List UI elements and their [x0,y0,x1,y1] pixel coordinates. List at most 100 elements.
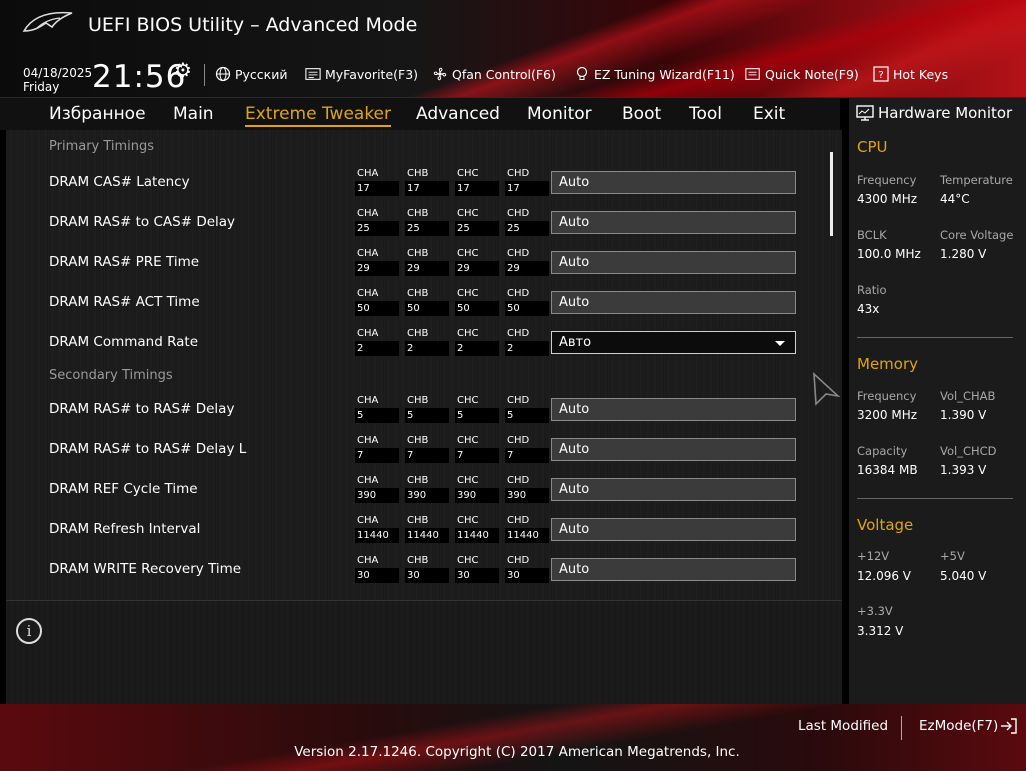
channel-value: 30 [405,568,449,583]
setting-input[interactable]: Auto [551,518,796,541]
setting-input[interactable]: Auto [551,211,796,234]
vol-chcd-label: Vol_CHCD [940,444,997,458]
setting-input[interactable]: Auto [551,171,796,194]
channel-label: CHA [357,395,379,406]
myfavorite-button[interactable]: MyFavorite(F3) [305,64,418,84]
channel-readout: CHB 50 [405,288,449,316]
setting-input[interactable]: Auto [551,291,796,314]
setting-input[interactable]: Auto [551,438,796,461]
channel-label: CHA [357,288,379,299]
ez-tuning-label: EZ Tuning Wizard(F11) [594,66,735,82]
channel-value: 390 [505,488,549,503]
channel-readout: CHD 29 [505,248,549,276]
channel-label: CHD [507,435,530,446]
channel-value: 17 [505,181,549,196]
ez-tuning-wizard-button[interactable]: EZ Tuning Wizard(F11) [574,64,735,84]
setting-label: DRAM RAS# to CAS# Delay [49,214,236,230]
vol-chcd-value: 1.393 V [940,463,987,477]
info-icon[interactable]: i [16,618,42,644]
channel-label: CHA [357,475,379,486]
channel-label: CHD [507,555,530,566]
header-separator [204,64,205,86]
memory-heading: Memory [857,355,919,373]
tab-advanced[interactable]: Advanced [416,104,500,124]
channel-readout: CHA 5 [355,395,399,423]
capacity-value: 16384 MB [857,463,918,477]
channel-value: 29 [355,261,399,276]
setting-input[interactable]: Auto [551,398,796,421]
tab-boot[interactable]: Boot [622,104,661,124]
channel-label: CHB [407,395,429,406]
date-display: 04/18/2025 [23,66,93,80]
channel-readout: CHC 11440 [455,515,499,543]
v12-label: +12V [857,549,890,563]
quick-note-button[interactable]: Quick Note(F9) [745,64,859,84]
scrollbar[interactable] [830,152,833,236]
version-text: Version 2.17.1246. Copyright (C) 2017 Am… [294,744,740,760]
channel-value: 25 [355,221,399,236]
gear-icon[interactable]: ⚙ [174,58,192,82]
channel-label: CHD [507,288,530,299]
channel-value: 7 [455,448,499,463]
setting-value: Auto [559,562,590,577]
channel-value: 390 [355,488,399,503]
channel-readout: CHA 17 [355,168,399,196]
setting-input[interactable]: Auto [551,478,796,501]
setting-value: Auto [559,442,590,457]
channel-value: 17 [405,181,449,196]
channel-readout: CHC 30 [455,555,499,583]
setting-label: DRAM RAS# PRE Time [49,254,200,270]
tab-tool[interactable]: Tool [689,104,722,124]
language-button[interactable]: Русский [215,64,287,84]
tab-monitor[interactable]: Monitor [527,104,592,124]
rog-logo [22,11,73,32]
channel-label: CHC [457,435,479,446]
v12-value: 12.096 V [857,569,912,583]
channel-readout: CHB 30 [405,555,449,583]
hardware-monitor-title: Hardware Monitor [856,104,1012,122]
channel-readout: CHB 5 [405,395,449,423]
tab-favorites[interactable]: Избранное [49,104,146,124]
hot-keys-button[interactable]: ? Hot Keys [873,64,948,84]
setting-value: Auto [559,402,590,417]
channel-readout: CHD 5 [505,395,549,423]
channel-readout: CHB 25 [405,208,449,236]
day-display: Friday [23,80,60,94]
channel-readout: CHD 11440 [505,515,549,543]
channel-label: CHA [357,208,379,219]
channel-readout: CHB 17 [405,168,449,196]
hw-divider [857,498,1013,499]
channel-readout: CHC 50 [455,288,499,316]
last-modified-button[interactable]: Last Modified [798,718,888,734]
language-label: Русский [235,66,288,82]
ratio-label: Ratio [857,283,887,297]
cpu-frequency-value: 4300 MHz [857,192,918,206]
tab-main[interactable]: Main [173,104,214,124]
setting-input[interactable]: Auto [551,558,796,581]
svg-text:?: ? [878,70,883,81]
channel-readout: CHB 7 [405,435,449,463]
ezmode-label: EzMode(F7) [919,718,999,734]
help-key-icon: ? [873,66,889,82]
channel-value: 390 [405,488,449,503]
channel-value: 2 [505,341,549,356]
setting-dropdown[interactable]: Авто [551,331,796,354]
channel-readout: CHC 29 [455,248,499,276]
channel-value: 5 [405,408,449,423]
ezmode-button[interactable]: EzMode(F7) [919,718,1018,734]
channel-label: CHC [457,475,479,486]
setting-label: DRAM RAS# to RAS# Delay L [49,441,247,457]
channel-label: CHD [507,515,530,526]
qfan-control-button[interactable]: Qfan Control(F6) [432,64,556,84]
channel-value: 29 [505,261,549,276]
channel-value: 2 [455,341,499,356]
channel-label: CHB [407,475,429,486]
channel-readout: CHD 25 [505,208,549,236]
channel-value: 7 [405,448,449,463]
setting-input[interactable]: Auto [551,251,796,274]
hardware-monitor-label: Hardware Monitor [878,104,1013,122]
channel-value: 390 [455,488,499,503]
tab-extreme-tweaker[interactable]: Extreme Tweaker [245,104,392,127]
tab-exit[interactable]: Exit [753,104,785,124]
channel-value: 25 [405,221,449,236]
